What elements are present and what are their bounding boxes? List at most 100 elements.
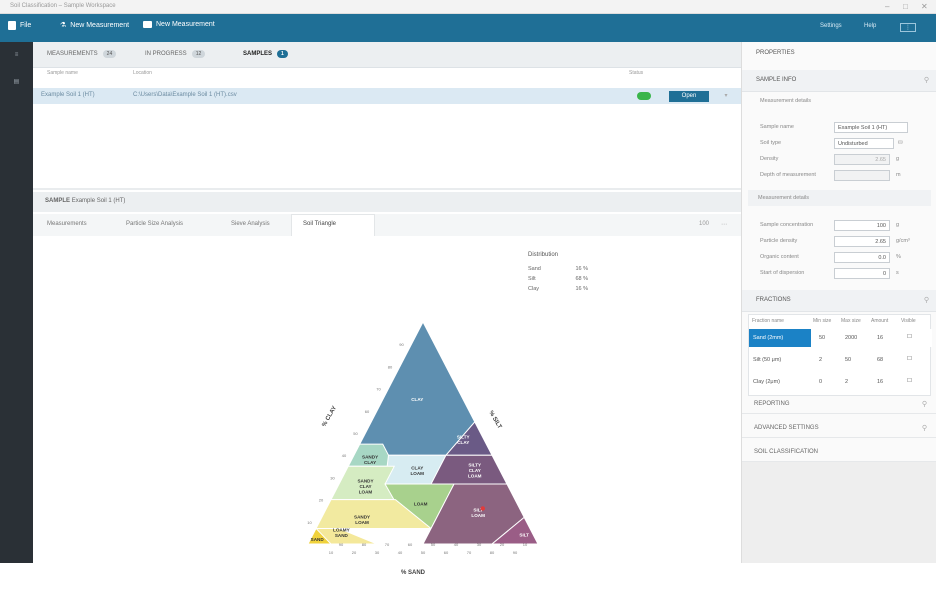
tick-label-right: 40 (454, 542, 459, 547)
tab-count-badge: 1 (277, 50, 288, 58)
sample-info-header[interactable]: SAMPLE INFO ⚲ (742, 70, 936, 92)
table-row[interactable]: Sand (2mm) 50 2000 16 ☐ (749, 329, 932, 347)
menu-icon[interactable]: ≡ (0, 52, 33, 58)
dispersion-start-field[interactable]: 0 (834, 268, 890, 279)
left-axis-label: % CLAY (322, 405, 339, 428)
file-menu[interactable]: File (8, 21, 31, 30)
panel-splitter[interactable] (33, 188, 741, 190)
zoom-level[interactable]: 100 (699, 221, 709, 227)
field-unit: s (896, 270, 899, 276)
row-menu-button[interactable]: ▾ (719, 91, 733, 102)
triangle-regions (307, 320, 539, 545)
tab-in-progress[interactable]: IN PROGRESS 12 (145, 50, 206, 58)
close-button[interactable]: ✕ (921, 2, 928, 11)
maximize-button[interactable]: □ (903, 2, 908, 11)
label-clay: CLAY (411, 397, 423, 402)
pin-icon[interactable]: ⚲ (924, 76, 929, 84)
label-loam: LOAM (414, 502, 428, 507)
tab-measurements[interactable]: MEASUREMENTS 24 (47, 50, 117, 58)
table-row[interactable]: Silt (50 μm) 2 50 68 ☐ (749, 351, 932, 369)
fractions-header[interactable]: FRACTIONS ⚲ (742, 290, 936, 312)
tick-label-bottom: 80 (490, 550, 495, 555)
density-field[interactable]: 2.65 (834, 154, 890, 165)
label-sandy-clay-loam: SANDY CLAY LOAM (357, 478, 373, 494)
advanced-settings-section[interactable]: ADVANCED SETTINGS ⚲ (742, 418, 936, 438)
soil-type-select[interactable]: Undisturbed (834, 138, 894, 149)
section-title: SOIL CLASSIFICATION (754, 449, 819, 455)
bottom-axis-label: % SAND (401, 570, 426, 576)
soil-texture-triangle: CLAY SILTY CLAY SANDY CLAY CLAY LOAM SILTY CLAY L… (307, 320, 539, 576)
field-unit: m (896, 172, 901, 178)
column-header-name[interactable]: Sample name (47, 70, 78, 76)
column-header: Fraction name (752, 318, 784, 324)
tick-label-bottom: 70 (467, 550, 472, 555)
help-menu[interactable]: Help (864, 23, 876, 29)
open-sample-button[interactable]: Open (669, 91, 709, 102)
tick-label-right: 10 (523, 542, 528, 547)
reporting-section[interactable]: REPORTING ⚲ (742, 394, 936, 414)
tick-label-bottom: 30 (375, 550, 380, 555)
panel-empty-area (742, 462, 936, 563)
fraction-min-cell: 2 (819, 357, 823, 363)
tick-label-left: 20 (319, 498, 324, 503)
section-title: REPORTING (754, 401, 790, 407)
soil-classification-section[interactable]: SOIL CLASSIFICATION (742, 442, 936, 462)
field-unit: g/cm³ (896, 238, 910, 244)
table-row[interactable]: Clay (2μm) 0 2 16 ☐ (749, 373, 932, 391)
subtab-sieve-analysis[interactable]: Sieve Analysis (231, 221, 270, 227)
more-menu[interactable]: ⋮ (900, 23, 916, 32)
tab-samples[interactable]: SAMPLES 1 (243, 50, 288, 58)
menubar: File ⚗ New Measurement New Measurement S… (0, 14, 936, 42)
tab-label: IN PROGRESS (145, 51, 187, 57)
new-measurement-button[interactable]: ⚗ New Measurement (60, 21, 129, 30)
subtab-particle-size[interactable]: Particle Size Analysis (126, 221, 183, 227)
database-icon[interactable]: ⛁ (898, 140, 903, 146)
distribution-value: 16 % (575, 286, 588, 292)
particle-density-field[interactable]: 2.65 (834, 236, 890, 247)
table-row[interactable]: Example Soil 1 (HT) C:\Users\Data\Exampl… (33, 88, 741, 104)
chart-options-button[interactable]: ⋯ (721, 221, 727, 228)
column-header-status[interactable]: Status (629, 70, 643, 76)
tick-label-right: 20 (500, 542, 505, 547)
pin-icon[interactable]: ⚲ (922, 400, 927, 408)
visible-checkbox[interactable]: ☐ (907, 378, 912, 384)
right-axis-label: % SILT (487, 410, 502, 430)
subtab-soil-triangle[interactable]: Soil Triangle (303, 221, 336, 227)
tick-label-right: 50 (431, 542, 436, 547)
field-label: Soil type (760, 140, 782, 146)
sample-name-field[interactable]: Example Soil 1 (HT) (834, 122, 908, 133)
subtab-measurements[interactable]: Measurements (47, 221, 87, 227)
depth-field[interactable] (834, 170, 890, 181)
label-clay-loam: CLAY LOAM (410, 465, 424, 476)
fraction-amount-cell: 16 (877, 335, 884, 341)
fraction-max-cell: 2000 (845, 335, 858, 341)
tick-label-right: 70 (385, 542, 390, 547)
tick-label-bottom: 10 (329, 550, 334, 555)
samples-icon[interactable]: ▤ (0, 78, 33, 85)
tick-label-right: 90 (339, 542, 344, 547)
label-silty-clay-loam: SILTY CLAY LOAM (468, 463, 482, 479)
visible-checkbox[interactable]: ☐ (907, 334, 912, 340)
field-label: Start of dispersion (760, 270, 805, 276)
sample-name: Example Soil 1 (HT) (71, 198, 126, 204)
pin-icon[interactable]: ⚲ (922, 424, 927, 432)
flask-icon: ⚗ (60, 22, 67, 29)
column-header-location[interactable]: Location (133, 70, 152, 76)
status-badge (637, 92, 651, 100)
minimize-button[interactable]: – (885, 2, 889, 11)
tick-label-left: 10 (307, 520, 312, 525)
visible-checkbox[interactable]: ☐ (907, 356, 912, 362)
pin-icon[interactable]: ⚲ (924, 296, 929, 304)
label-silty-clay: SILTY CLAY (457, 434, 470, 445)
field-unit: % (896, 254, 901, 260)
file-menu-label: File (20, 22, 32, 29)
distribution-value: 16 % (575, 266, 588, 272)
settings-menu[interactable]: Settings (820, 23, 842, 29)
tick-label-bottom: 50 (421, 550, 426, 555)
sample-concentration-field[interactable]: 100 (834, 220, 890, 231)
organic-content-field[interactable]: 0.0 (834, 252, 890, 263)
field-label: Particle density (760, 238, 798, 244)
field-unit: g (896, 156, 900, 162)
new-sample-label: New Measurement (156, 21, 215, 28)
new-sample-button[interactable]: New Measurement (143, 21, 215, 28)
